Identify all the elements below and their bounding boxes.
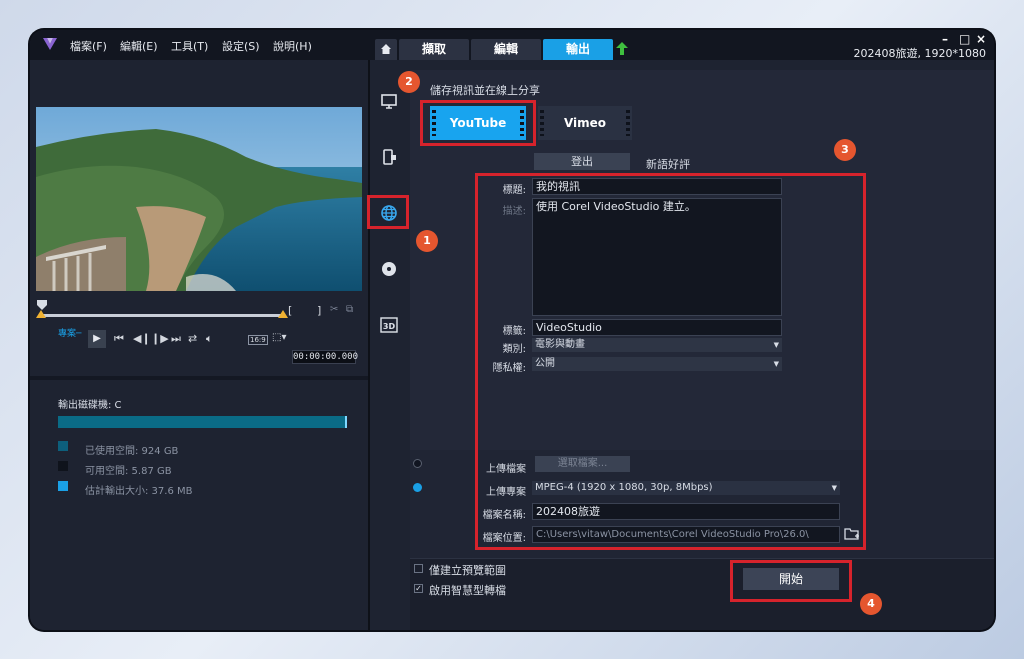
estimate-size-text: 估計輸出大小: 37.6 MB — [85, 486, 193, 497]
aspect-ratio-button[interactable]: 16:9 — [248, 335, 268, 345]
highlight-globe — [367, 195, 409, 229]
trim-in-button[interactable]: [ — [288, 304, 292, 317]
app-logo-icon — [43, 38, 57, 50]
maximize-button[interactable]: □ — [959, 32, 970, 46]
resize-icon[interactable]: ⬚▾ — [272, 332, 286, 343]
upload-arrow-icon[interactable] — [616, 42, 628, 55]
menu-file[interactable]: 檔案(F) — [70, 38, 107, 54]
device-icon[interactable] — [380, 148, 398, 166]
disk-usage-bar-marker — [345, 416, 347, 428]
smart-render-label: 啟用智慧型轉檔 — [429, 584, 506, 597]
vimeo-button-label: Vimeo — [563, 116, 607, 130]
subscribe-link[interactable]: 新語好評 — [646, 156, 690, 172]
estimate-size-swatch — [58, 481, 68, 491]
app-window: 檔案(F) 編輯(E) 工具(T) 設定(S) 說明(H) 擷取 編輯 輸出 –… — [30, 30, 994, 630]
home-icon — [381, 44, 391, 54]
disk-usage-bar — [58, 416, 346, 428]
share-sidebar: 3D — [370, 70, 408, 630]
logout-button[interactable]: 登出 — [534, 153, 630, 170]
highlight-start — [730, 560, 852, 602]
preview-range-checkbox[interactable] — [414, 564, 423, 573]
home-tab[interactable] — [375, 39, 397, 60]
previous-frame-icon[interactable]: ◀❙ — [133, 332, 151, 345]
mark-in-handle-icon[interactable] — [36, 310, 46, 318]
cut-icon[interactable]: ✂ — [330, 304, 338, 315]
preview-range-label: 僅建立預覽範圍 — [429, 564, 506, 577]
vimeo-button[interactable]: Vimeo — [538, 106, 632, 140]
checkmark-icon: ✓ — [415, 584, 422, 593]
close-button[interactable]: × — [976, 32, 986, 46]
play-button[interactable]: ▶ — [88, 330, 106, 348]
disc-icon[interactable] — [380, 260, 398, 278]
free-space-text: 可用空間: 5.87 GB — [85, 466, 172, 477]
left-panel: [ ] ✂ ⧉ 專案─ ▶ ⏮ ◀❙ ❙▶ ⏭ ⇄ 🔈︎ 16:9 ⬚▾ 00:… — [30, 60, 370, 630]
tab-edit[interactable]: 編輯 — [471, 39, 541, 60]
next-frame-icon[interactable]: ❙▶ — [151, 332, 169, 345]
go-to-start-icon[interactable]: ⏮ — [114, 332, 124, 346]
step-badge-2: 2 — [398, 71, 420, 93]
step-badge-1: 1 — [416, 230, 438, 252]
panel-divider — [30, 376, 368, 380]
volume-icon[interactable]: 🔈︎ — [206, 332, 213, 346]
minimize-button[interactable]: – — [942, 32, 948, 46]
video-preview — [36, 107, 362, 291]
upload-file-radio[interactable] — [413, 459, 422, 468]
highlight-youtube — [420, 100, 536, 146]
share-section-title: 儲存視訊並在線上分享 — [430, 84, 540, 97]
tab-share[interactable]: 輸出 — [543, 39, 613, 60]
timeline-scrubber[interactable] — [40, 314, 284, 317]
output-drive-label: 輸出磁碟機: C — [58, 400, 122, 411]
3d-icon[interactable]: 3D — [380, 316, 398, 334]
timecode-display[interactable]: 00:00:00.000 — [292, 350, 358, 364]
menu-edit[interactable]: 編輯(E) — [120, 38, 158, 54]
project-mode-label[interactable]: 專案─ — [58, 326, 81, 339]
svg-text:3D: 3D — [383, 322, 396, 331]
computer-icon[interactable] — [380, 92, 398, 110]
menu-bar: 檔案(F) 編輯(E) 工具(T) 設定(S) 說明(H) 擷取 編輯 輸出 –… — [30, 30, 994, 60]
project-title: 202408旅遊, 1920*1080 — [853, 47, 986, 60]
used-space-text: 已使用空間: 924 GB — [85, 446, 179, 457]
tab-capture[interactable]: 擷取 — [399, 39, 469, 60]
smart-render-checkbox[interactable]: ✓ — [414, 584, 423, 593]
mark-out-handle-icon[interactable] — [278, 310, 288, 318]
playhead-marker-icon[interactable] — [36, 300, 48, 310]
repeat-icon[interactable]: ⇄ — [188, 332, 197, 345]
snapshot-icon[interactable]: ⧉ — [346, 304, 353, 315]
used-space-swatch — [58, 441, 68, 451]
highlight-form — [475, 173, 866, 550]
step-badge-3: 3 — [834, 139, 856, 161]
upload-project-radio[interactable] — [413, 483, 422, 492]
trim-out-button[interactable]: ] — [317, 304, 321, 317]
go-to-end-icon[interactable]: ⏭ — [171, 332, 181, 346]
menu-tools[interactable]: 工具(T) — [171, 38, 208, 54]
menu-settings[interactable]: 設定(S) — [222, 38, 260, 54]
menu-help[interactable]: 說明(H) — [273, 38, 312, 54]
free-space-swatch — [58, 461, 68, 471]
step-badge-4: 4 — [860, 593, 882, 615]
